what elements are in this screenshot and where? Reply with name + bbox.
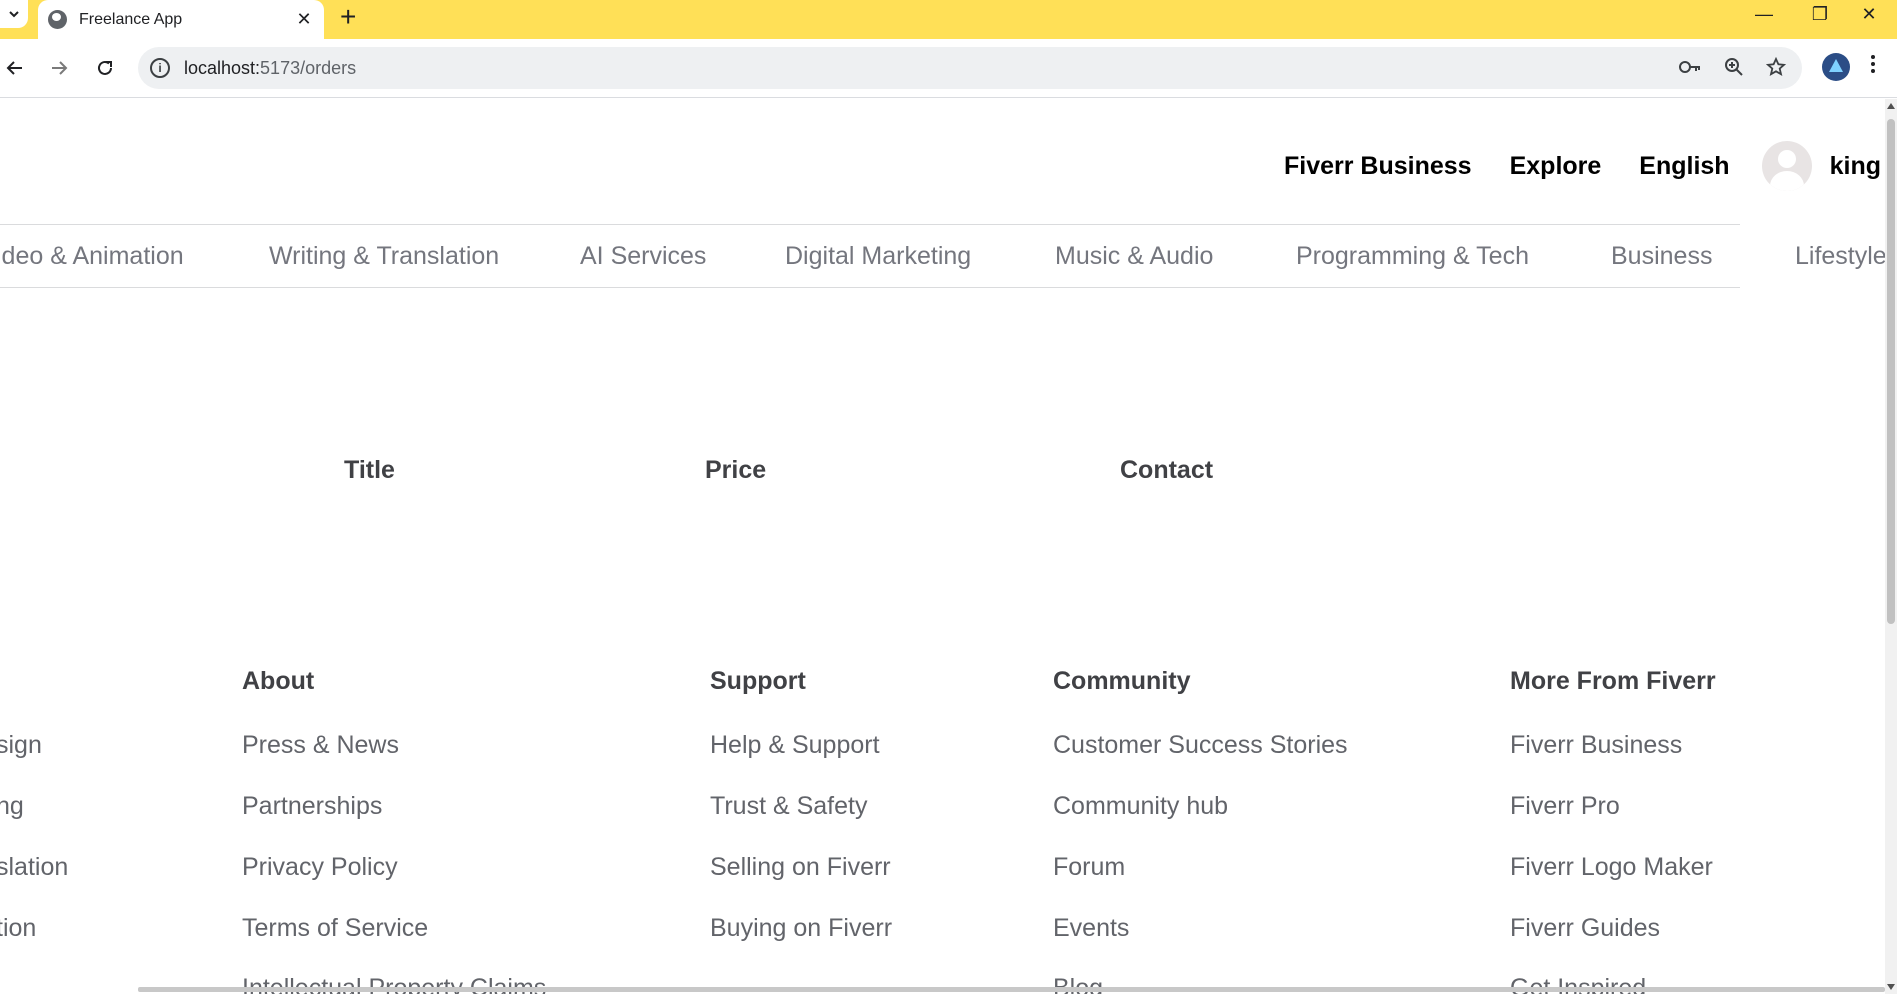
arrow-right-icon bbox=[52, 61, 68, 75]
column-contact: Contact bbox=[1120, 456, 1214, 484]
footer-link[interactable]: slation bbox=[0, 853, 68, 882]
chevron-down-icon bbox=[9, 11, 19, 18]
tab-title: Freelance App bbox=[79, 10, 183, 28]
restore-icon[interactable]: ❐ bbox=[1792, 0, 1848, 28]
address-bar[interactable]: i localhost:5173/orders bbox=[138, 47, 1802, 89]
zoom-icon[interactable] bbox=[1724, 57, 1744, 77]
category-music-audio[interactable]: Music & Audio bbox=[1055, 242, 1213, 271]
column-price: Price bbox=[705, 456, 767, 484]
back-button[interactable] bbox=[0, 49, 34, 87]
footer-link[interactable]: Help & Support bbox=[710, 731, 880, 760]
username[interactable]: king bbox=[1830, 152, 1881, 181]
scroll-down-icon[interactable] bbox=[1887, 984, 1895, 990]
footer-link[interactable]: tion bbox=[0, 914, 36, 943]
footer-link[interactable]: Fiverr Pro bbox=[1510, 792, 1620, 821]
footer-link[interactable]: Fiverr Logo Maker bbox=[1510, 853, 1713, 882]
footer-link[interactable]: sign bbox=[0, 731, 42, 760]
category-digital-marketing[interactable]: Digital Marketing bbox=[785, 242, 971, 271]
footer-link[interactable]: Events bbox=[1053, 914, 1129, 943]
scroll-up-icon[interactable] bbox=[1887, 103, 1895, 109]
footer-link[interactable]: Customer Success Stories bbox=[1053, 731, 1348, 760]
category-lifestyle[interactable]: Lifestyle bbox=[1795, 242, 1885, 271]
footer-link[interactable]: Buying on Fiverr bbox=[710, 914, 892, 943]
scrollbar-thumb[interactable] bbox=[1887, 119, 1895, 624]
footer-link[interactable]: Trust & Safety bbox=[710, 792, 867, 821]
browser-tab[interactable]: Freelance App ✕ bbox=[38, 0, 324, 39]
key-icon[interactable] bbox=[1678, 57, 1702, 77]
category-ai-services[interactable]: AI Services bbox=[580, 242, 706, 271]
user-avatar[interactable] bbox=[1761, 141, 1812, 191]
category-video-animation[interactable]: ideo & Animation bbox=[0, 242, 184, 271]
footer-link[interactable]: Partnerships bbox=[242, 792, 382, 821]
window-close-icon[interactable]: ✕ bbox=[1841, 0, 1897, 28]
footer-link[interactable]: Press & News bbox=[242, 731, 399, 760]
footer-link[interactable]: Fiverr Guides bbox=[1510, 914, 1660, 943]
vertical-scrollbar[interactable] bbox=[1885, 99, 1897, 994]
footer-link[interactable]: Fiverr Business bbox=[1510, 731, 1682, 760]
globe-icon bbox=[48, 10, 67, 29]
url-path: 5173/orders bbox=[260, 57, 357, 78]
footer-heading-about: About bbox=[242, 667, 315, 695]
nav-language[interactable]: English bbox=[1639, 152, 1729, 181]
footer-link[interactable]: Community hub bbox=[1053, 792, 1228, 821]
tab-search-button[interactable] bbox=[0, 0, 28, 28]
category-programming-tech[interactable]: Programming & Tech bbox=[1296, 242, 1529, 271]
site-info-icon[interactable]: i bbox=[150, 58, 170, 78]
nav-explore[interactable]: Explore bbox=[1510, 152, 1602, 181]
footer-link[interactable]: Selling on Fiverr bbox=[710, 853, 891, 882]
column-title: Title bbox=[344, 456, 395, 484]
top-navbar: Fiverr Business Explore English king bbox=[1284, 141, 1885, 191]
nav-fiverr-business[interactable]: Fiverr Business bbox=[1284, 152, 1472, 181]
reload-icon bbox=[98, 60, 112, 75]
footer-heading-support: Support bbox=[710, 667, 806, 695]
minimize-icon[interactable]: — bbox=[1736, 0, 1792, 28]
category-writing-translation[interactable]: Writing & Translation bbox=[269, 242, 499, 271]
forward-button[interactable] bbox=[40, 49, 78, 87]
horizontal-scrollbar[interactable] bbox=[138, 987, 1885, 992]
reload-button[interactable] bbox=[86, 49, 124, 87]
category-business[interactable]: Business bbox=[1611, 242, 1712, 271]
browser-menu-icon[interactable] bbox=[1870, 55, 1876, 76]
url-host: localhost: bbox=[184, 57, 261, 78]
arrow-left-icon bbox=[6, 61, 22, 75]
url-text: localhost:5173/orders bbox=[184, 58, 356, 79]
bookmark-star-icon[interactable] bbox=[1766, 57, 1786, 77]
new-tab-button[interactable]: + bbox=[340, 2, 356, 32]
omnibox-actions bbox=[1678, 57, 1786, 77]
footer-heading-community: Community bbox=[1053, 667, 1191, 695]
footer-link[interactable]: Forum bbox=[1053, 853, 1125, 882]
category-menu: ideo & Animation Writing & Translation A… bbox=[0, 224, 1885, 288]
close-tab-icon[interactable]: ✕ bbox=[294, 9, 314, 30]
extension-icon[interactable] bbox=[1822, 53, 1850, 81]
page-viewport: Fiverr Business Explore English king ide… bbox=[0, 99, 1885, 994]
footer-link[interactable]: Privacy Policy bbox=[242, 853, 398, 882]
browser-titlebar: Freelance App ✕ + — ❐ ✕ bbox=[0, 0, 1897, 39]
footer-link[interactable]: Terms of Service bbox=[242, 914, 428, 943]
browser-toolbar: i localhost:5173/orders bbox=[0, 39, 1897, 98]
footer-link[interactable]: ng bbox=[0, 792, 24, 821]
footer-heading-more: More From Fiverr bbox=[1510, 667, 1716, 695]
